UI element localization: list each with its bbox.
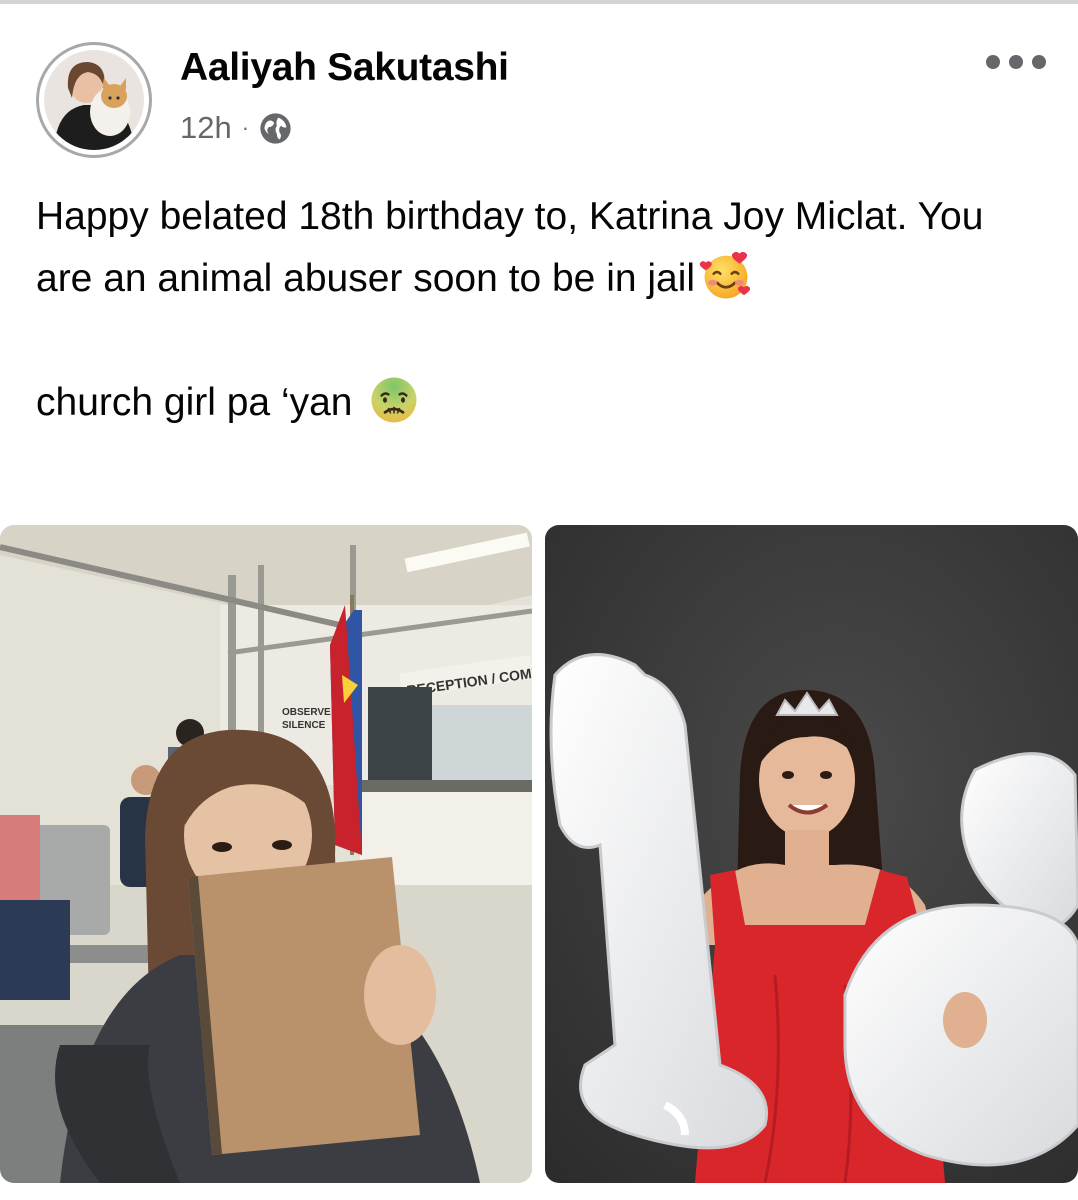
more-dot: [1009, 55, 1023, 69]
post-time[interactable]: 12h: [180, 110, 232, 146]
post-text-2: church girl pa ‘yan: [36, 381, 353, 424]
globe-icon[interactable]: [259, 112, 292, 145]
author-name[interactable]: Aaliyah Sakutashi: [180, 46, 509, 90]
more-options-icon[interactable]: [986, 52, 1046, 72]
avatar[interactable]: [36, 42, 152, 158]
photo-office-image: RECEPTION / COMPLAI OBSERVE SILENCE: [0, 525, 532, 1183]
post-text-1: Happy belated 18th birthday to, Katrina …: [36, 195, 984, 300]
post-body: Happy belated 18th birthday to, Katrina …: [36, 186, 1046, 434]
observe-sign-line1: OBSERVE: [282, 707, 331, 718]
photo-birthday-portrait[interactable]: [545, 525, 1078, 1183]
post-text-paragraph-2: church girl pa ‘yan: [36, 372, 1046, 434]
post-text-paragraph-1: Happy belated 18th birthday to, Katrina …: [36, 186, 1046, 310]
avatar-photo: [44, 50, 144, 150]
photo-grid: RECEPTION / COMPLAI OBSERVE SILENCE: [0, 525, 1078, 1185]
photo-birthday-image: [545, 525, 1078, 1183]
meta-separator: ·: [241, 115, 250, 140]
post-meta: 12h ·: [180, 110, 292, 146]
top-divider: [0, 0, 1078, 4]
observe-sign-line2: SILENCE: [282, 720, 326, 731]
more-dot: [1032, 55, 1046, 69]
more-dot: [986, 55, 1000, 69]
photo-office-selfie[interactable]: RECEPTION / COMPLAI OBSERVE SILENCE: [0, 525, 532, 1183]
post-header: Aaliyah Sakutashi 12h ·: [36, 42, 1046, 162]
nauseated-face-icon: [371, 377, 417, 423]
smiling-face-with-hearts-icon: [699, 251, 751, 299]
